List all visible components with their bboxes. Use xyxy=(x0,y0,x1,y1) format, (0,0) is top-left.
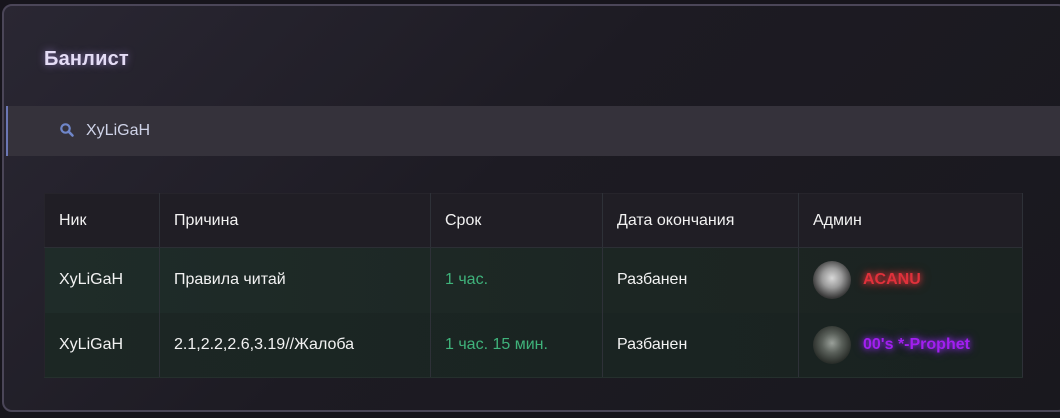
column-header-term[interactable]: Срок xyxy=(430,193,603,248)
ban-table: Ник Причина Срок Дата окончания Админ Xy… xyxy=(44,193,1024,378)
banlist-panel: Банлист Ник Причина Срок Дата окончания … xyxy=(2,4,1060,412)
cell-admin: 00's *-Prophet xyxy=(798,312,1023,378)
cell-reason: 2.1,2.2,2.6,3.19//Жалоба xyxy=(159,312,431,378)
cell-reason: Правила читай xyxy=(159,247,431,313)
cell-term: 1 час. 15 мин. xyxy=(430,312,603,378)
admin-avatar[interactable] xyxy=(813,325,851,364)
admin-avatar[interactable] xyxy=(813,261,851,300)
column-header-nick[interactable]: Ник xyxy=(44,193,160,248)
cell-end-date: Разбанен xyxy=(602,247,799,313)
search-bar xyxy=(6,106,1060,156)
search-icon xyxy=(59,122,75,138)
cell-term: 1 час. xyxy=(430,247,603,313)
cell-admin: ACANU xyxy=(798,247,1023,313)
column-header-end-date[interactable]: Дата окончания xyxy=(602,193,799,248)
cell-nick[interactable]: XyLiGaH xyxy=(44,312,160,378)
admin-name[interactable]: ACANU xyxy=(863,271,921,289)
cell-nick[interactable]: XyLiGaH xyxy=(44,247,160,313)
table-header-row: Ник Причина Срок Дата окончания Админ xyxy=(44,193,1023,248)
column-header-reason[interactable]: Причина xyxy=(159,193,431,248)
search-input[interactable] xyxy=(86,118,686,144)
table-row[interactable]: XyLiGaH Правила читай 1 час. Разбанен AC… xyxy=(44,247,1023,313)
table-row[interactable]: XyLiGaH 2.1,2.2,2.6,3.19//Жалоба 1 час. … xyxy=(44,312,1023,378)
column-header-admin[interactable]: Админ xyxy=(798,193,1023,248)
page-title: Банлист xyxy=(44,48,129,70)
cell-end-date: Разбанен xyxy=(602,312,799,378)
admin-name[interactable]: 00's *-Prophet xyxy=(863,336,970,354)
